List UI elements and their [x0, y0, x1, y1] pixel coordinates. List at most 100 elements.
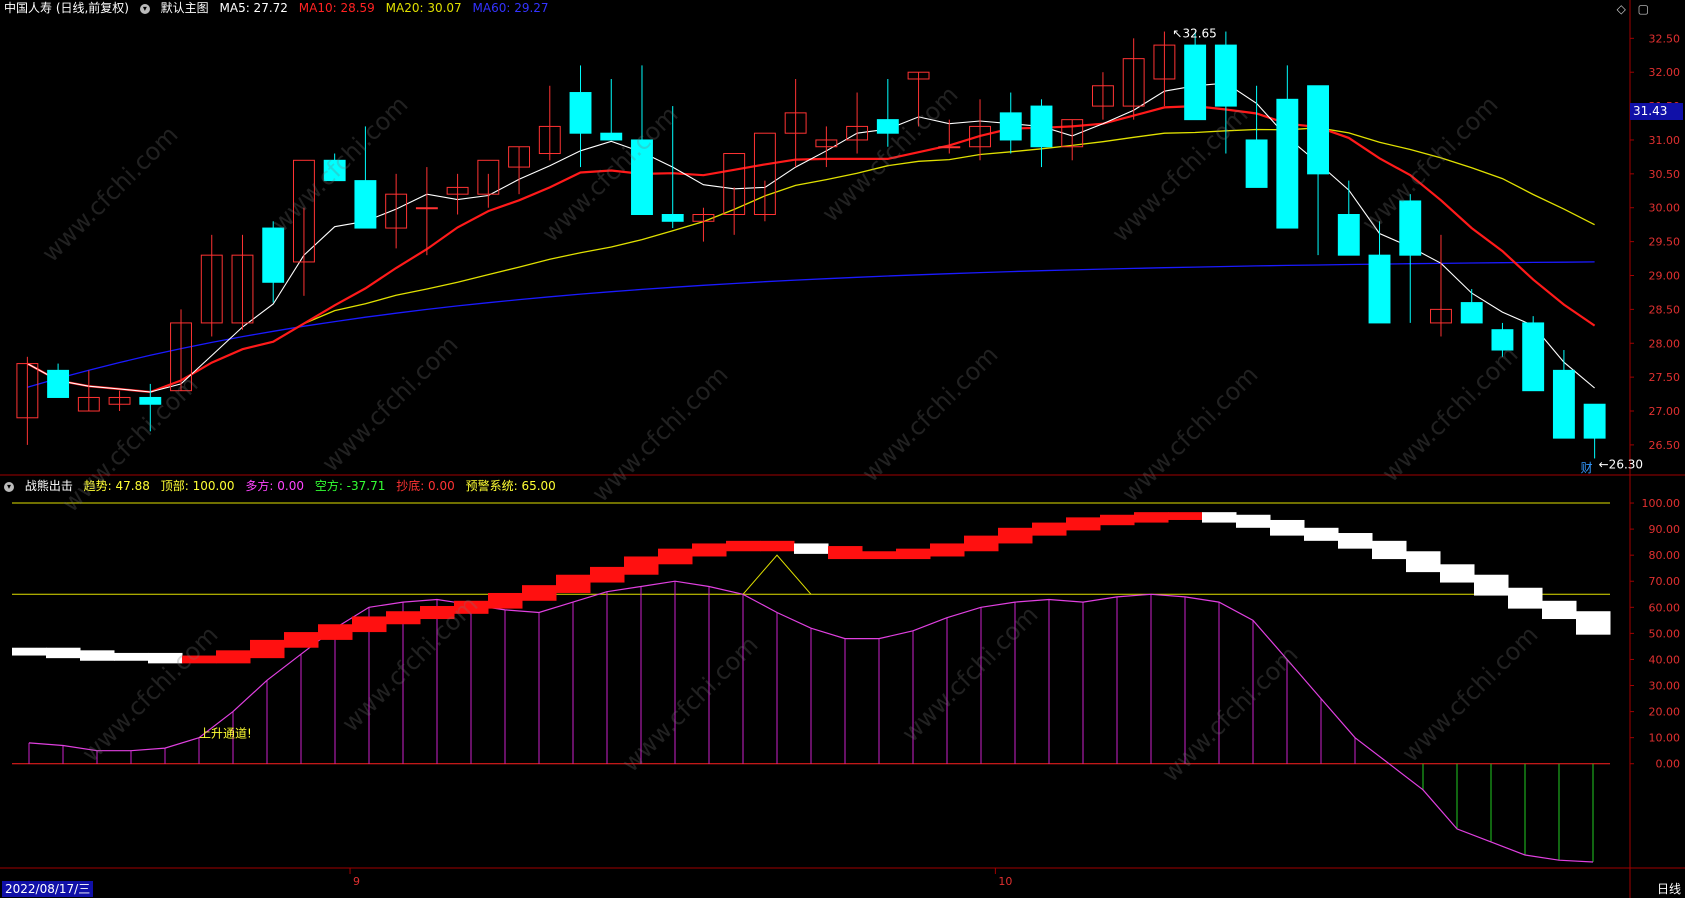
ribbon-block: [1032, 522, 1067, 536]
ribbon-block: [1542, 600, 1577, 620]
ribbon-block: [114, 652, 149, 661]
top-value: 顶部: 100.00: [160, 479, 235, 493]
ribbon-block: [828, 546, 863, 560]
ind-y-tick-label: 0.00: [1656, 758, 1681, 771]
ma5-label: MA5: 27.72: [219, 1, 288, 15]
ribbon-block: [1372, 540, 1407, 560]
ribbon-block: [420, 606, 455, 620]
ribbon-block: [1202, 512, 1237, 523]
ind-y-tick-label: 30.00: [1649, 680, 1681, 693]
ind-y-tick-label: 20.00: [1649, 706, 1681, 719]
candle-body: [354, 180, 377, 229]
ribbon-block: [1168, 512, 1203, 520]
indicator-title[interactable]: 战熊出击: [25, 479, 73, 493]
ribbon-block: [352, 616, 387, 633]
period-label[interactable]: 日线: [1657, 881, 1681, 897]
template-label[interactable]: 默认主图: [161, 1, 209, 15]
ribbon-block: [250, 639, 285, 659]
candle-body: [631, 139, 653, 216]
settings-icon[interactable]: ▾: [4, 481, 14, 492]
ind-y-tick-label: 90.00: [1649, 523, 1681, 536]
ribbon-block: [726, 540, 761, 552]
y-tick-label: 30.50: [1649, 168, 1681, 181]
last-price-box: 31.43: [1630, 102, 1683, 120]
y-tick-label: 31.00: [1649, 134, 1681, 147]
candle-body: [1583, 403, 1606, 439]
y-tick-label: 32.50: [1649, 32, 1681, 45]
ribbon-block: [794, 543, 829, 554]
chart-stage[interactable]: 32.5032.0031.5031.0030.5030.0029.5029.00…: [0, 0, 1685, 898]
candle-body: [1245, 139, 1268, 188]
warning-spike: [742, 554, 812, 595]
ind-y-tick-label: 60.00: [1649, 601, 1681, 614]
ribbon-block: [80, 650, 115, 661]
ribbon-block: [964, 535, 999, 552]
ind-y-tick-label: 40.00: [1649, 653, 1681, 666]
warning-value: 预警系统: 65.00: [465, 479, 556, 493]
low-annotation: ←26.30: [1599, 457, 1643, 471]
ribbon-block: [284, 632, 319, 648]
indicator-header: ▾ 战熊出击 趋势: 47.88 顶部: 100.00 多方: 0.00 空方:…: [4, 478, 563, 495]
chart-canvas[interactable]: 32.5032.0031.5031.0030.5030.0029.5029.00…: [0, 0, 1685, 898]
ribbon-block: [46, 647, 81, 659]
ribbon-block: [998, 527, 1033, 544]
stock-title[interactable]: 中国人寿 (日线,前复权): [4, 1, 129, 15]
candle-body: [1214, 44, 1237, 107]
ribbon-block: [386, 611, 421, 625]
ribbon-block: [658, 548, 693, 565]
candle-body: [1460, 302, 1483, 324]
candle-body: [1276, 98, 1299, 229]
candle-body: [139, 396, 162, 405]
diamond-icon[interactable]: ◇: [1617, 2, 1626, 16]
ribbon-block: [556, 574, 591, 593]
cursor-date: 2022/08/17/三: [2, 881, 94, 897]
candle-body: [661, 214, 684, 222]
x-tick-label: 9: [353, 875, 360, 888]
y-tick-label: 28.00: [1649, 337, 1681, 350]
ribbon-block: [1440, 564, 1475, 583]
ribbon-block: [12, 647, 47, 656]
ind-y-tick-label: 70.00: [1649, 575, 1681, 588]
candle-body: [1184, 44, 1207, 121]
long-value: 多方: 0.00: [245, 479, 304, 493]
candle-body: [1368, 254, 1391, 324]
ribbon-block: [1100, 514, 1135, 526]
ribbon-block: [930, 543, 965, 557]
ribbon-block: [1304, 527, 1339, 541]
y-tick-label: 27.00: [1649, 405, 1681, 418]
ribbon-block: [148, 652, 183, 664]
ind-y-tick-label: 80.00: [1649, 549, 1681, 562]
window-controls: ◇ ▢: [1609, 2, 1649, 16]
ribbon-block: [862, 551, 897, 560]
candle-body: [415, 207, 438, 210]
candle-body: [1399, 200, 1422, 256]
candle-body: [1337, 214, 1360, 256]
ind-y-tick-label: 10.00: [1649, 732, 1681, 745]
ribbon-block: [454, 600, 489, 614]
settings-icon[interactable]: ▾: [139, 3, 150, 14]
short-value: 空方: -37.71: [314, 479, 386, 493]
candle-body: [600, 132, 623, 141]
ribbon-block: [692, 543, 727, 557]
ribbon-block: [1066, 517, 1101, 531]
candle-body: [1552, 369, 1575, 439]
candle-body: [938, 146, 961, 149]
ribbon-block: [1236, 514, 1271, 528]
ribbon-block: [590, 566, 625, 583]
ribbon-block: [760, 540, 795, 552]
ribbon-block: [1338, 533, 1373, 549]
ribbon-block: [216, 650, 251, 664]
ind-y-tick-label: 50.00: [1649, 627, 1681, 640]
y-tick-label: 27.50: [1649, 371, 1681, 384]
ma60-label: MA60: 29.27: [472, 1, 549, 15]
y-tick-label: 29.50: [1649, 236, 1681, 249]
bottom-value: 抄底: 0.00: [396, 479, 455, 493]
candle-body: [47, 369, 70, 398]
x-tick-label: 10: [998, 875, 1012, 888]
y-tick-label: 29.00: [1649, 269, 1681, 282]
candle-body: [262, 227, 285, 283]
y-tick-label: 30.00: [1649, 202, 1681, 215]
channel-annotation: 上升通道!: [199, 727, 252, 741]
restore-icon[interactable]: ▢: [1638, 2, 1649, 16]
ribbon-block: [1134, 512, 1169, 523]
